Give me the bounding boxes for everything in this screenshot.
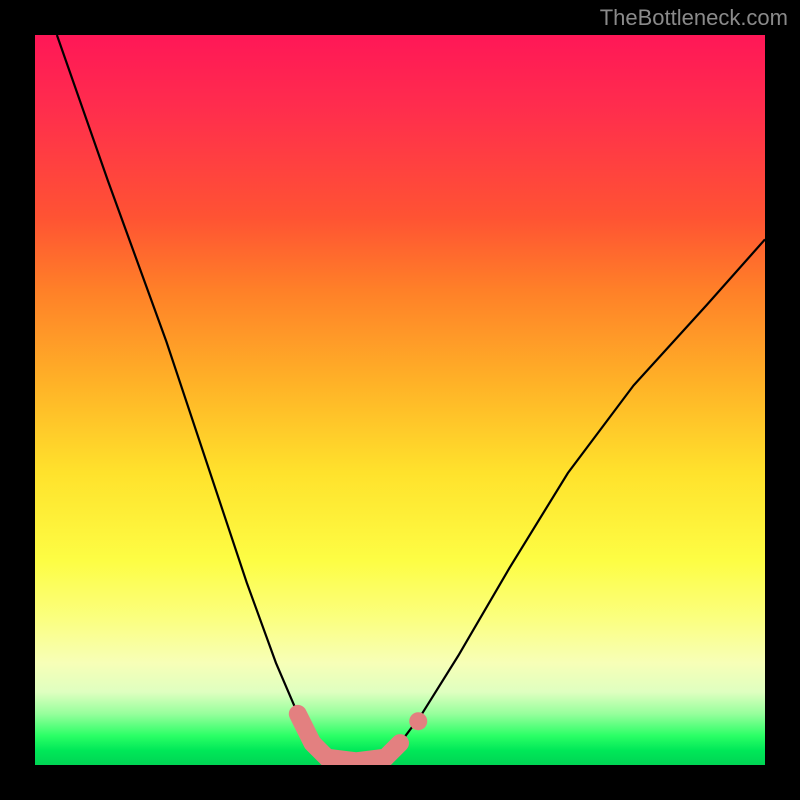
- highlight-dot: [409, 712, 427, 730]
- bottleneck-curve-line: [57, 35, 765, 761]
- chart-svg: [35, 35, 765, 765]
- plot-area: [35, 35, 765, 765]
- highlight-segment-line: [298, 714, 400, 761]
- chart-container: TheBottleneck.com: [0, 0, 800, 800]
- watermark-text: TheBottleneck.com: [600, 5, 788, 31]
